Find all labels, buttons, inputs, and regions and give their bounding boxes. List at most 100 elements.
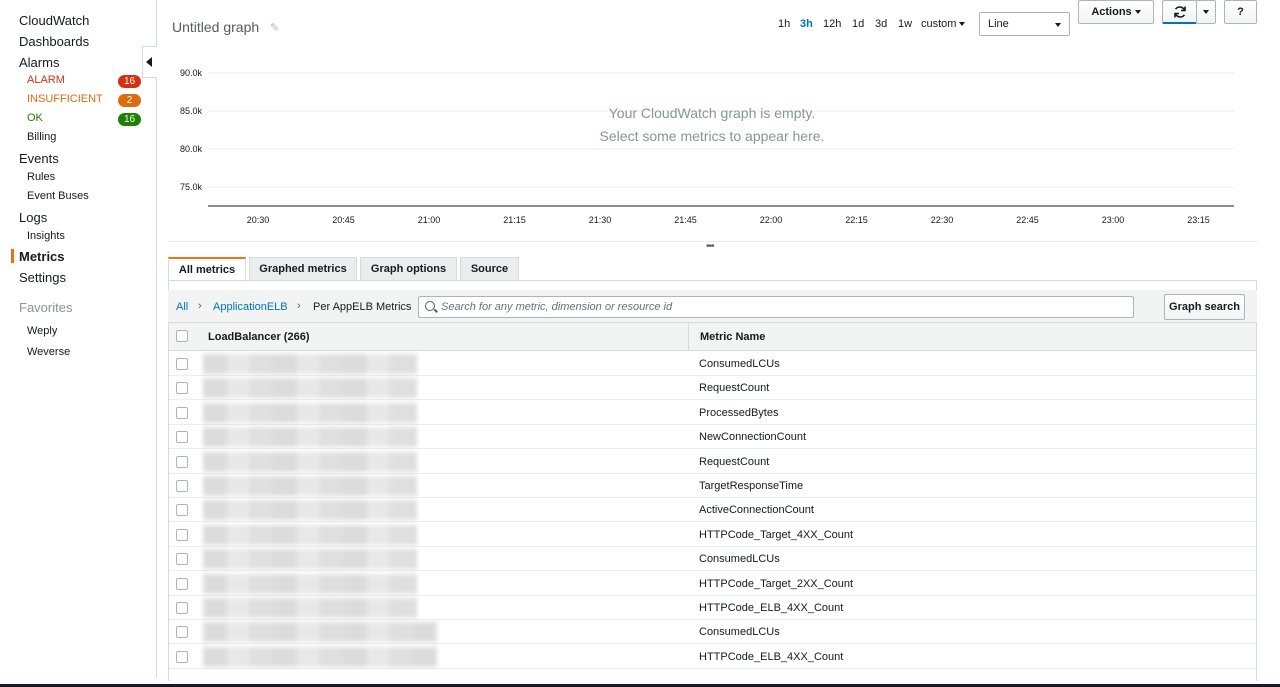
y-tick-label: 90.0k	[180, 68, 203, 78]
range-1d[interactable]: 1d	[852, 18, 864, 30]
row-checkbox[interactable]	[176, 455, 188, 468]
row-checkbox[interactable]	[176, 626, 188, 639]
table-row[interactable]: RequestCount	[169, 376, 1256, 401]
row-checkbox[interactable]	[176, 480, 188, 492]
sidebar-item-events[interactable]: Events	[19, 151, 59, 166]
sidebar-item-ok[interactable]: OK	[27, 112, 43, 124]
sidebar-item-rules[interactable]: Rules	[27, 171, 55, 183]
edit-pencil-icon[interactable]: ✎	[270, 21, 279, 34]
breadcrumb-applicationelb[interactable]: ApplicationELB	[213, 301, 288, 313]
redacted-loadbalancer-name	[203, 549, 417, 570]
select-all-checkbox[interactable]	[176, 330, 188, 342]
search-input[interactable]	[441, 299, 1121, 315]
x-tick-label: 20:30	[247, 215, 270, 225]
table-row[interactable]: HTTPCode_ELB_4XX_Count	[169, 645, 1256, 669]
favorites-heading: Favorites	[19, 300, 73, 315]
table-row[interactable]: HTTPCode_Target_4XX_Count	[169, 523, 1256, 547]
row-checkbox[interactable]	[176, 577, 188, 590]
sidebar-item-settings[interactable]: Settings	[19, 270, 66, 285]
column-loadbalancer[interactable]: LoadBalancer (266)	[208, 331, 309, 343]
graph-title[interactable]: Untitled graph	[172, 19, 259, 35]
table-row[interactable]: ConsumedLCUs	[169, 352, 1256, 376]
range-3d[interactable]: 3d	[875, 18, 887, 30]
row-checkbox[interactable]	[176, 553, 188, 566]
sidebar-item-dashboards[interactable]: Dashboards	[19, 34, 89, 49]
sidebar-item-alarms[interactable]: Alarms	[19, 55, 59, 70]
row-checkbox[interactable]	[176, 602, 188, 614]
range-3h[interactable]: 3h	[800, 18, 813, 30]
table-row[interactable]: NewConnectionCount	[169, 425, 1256, 450]
sidebar-item-billing[interactable]: Billing	[27, 131, 56, 143]
x-tick-label: 21:00	[418, 215, 441, 225]
range-12h[interactable]: 12h	[823, 18, 841, 30]
sidebar-item-metrics[interactable]: Metrics	[19, 249, 65, 264]
count-badge: 16	[118, 113, 141, 126]
tab-source[interactable]: Source	[460, 257, 519, 281]
row-checkbox[interactable]	[176, 358, 188, 370]
help-button[interactable]: ?	[1224, 0, 1257, 24]
metric-name-cell: ConsumedLCUs	[699, 553, 780, 566]
table-row[interactable]: RequestCount	[169, 450, 1256, 474]
favorite-weply[interactable]: Weply	[27, 325, 57, 337]
y-tick-label: 75.0k	[180, 182, 203, 192]
active-nav-indicator	[11, 249, 14, 263]
sidebar-item-logs[interactable]: Logs	[19, 210, 47, 225]
redacted-loadbalancer-name	[203, 451, 417, 472]
table-row[interactable]: ActiveConnectionCount	[169, 498, 1256, 523]
chevron-down-icon	[1134, 10, 1141, 15]
actions-button[interactable]: Actions	[1078, 0, 1154, 24]
row-checkbox[interactable]	[176, 504, 188, 517]
row-checkbox[interactable]	[176, 431, 188, 444]
x-tick-label: 22:00	[760, 215, 783, 225]
metric-name-cell: ConsumedLCUs	[699, 358, 780, 370]
column-metric-name[interactable]: Metric Name	[700, 331, 765, 343]
breadcrumb-all[interactable]: All	[176, 301, 188, 313]
row-checkbox[interactable]	[176, 650, 188, 663]
redacted-loadbalancer-name	[203, 524, 417, 545]
sidebar-item-cloudwatch[interactable]: CloudWatch	[19, 13, 89, 28]
range-1h[interactable]: 1h	[778, 18, 790, 30]
x-tick-label: 21:45	[674, 215, 697, 225]
tab-all-metrics[interactable]: All metrics	[168, 257, 246, 282]
range-1w[interactable]: 1w	[898, 18, 912, 30]
chevron-down-icon	[1203, 10, 1209, 15]
tab-graphed-metrics[interactable]: Graphed metrics	[249, 257, 357, 281]
x-tick-label: 21:15	[503, 215, 526, 225]
row-checkbox[interactable]	[176, 382, 188, 395]
sidebar-item-insufficient[interactable]: INSUFFICIENT	[27, 93, 103, 105]
redacted-loadbalancer-name	[203, 573, 417, 594]
chart-type-value: Line	[988, 18, 1009, 30]
redacted-loadbalancer-name	[203, 476, 417, 496]
metric-name-cell: HTTPCode_ELB_4XX_Count	[699, 650, 844, 663]
redacted-loadbalancer-name	[203, 598, 417, 618]
x-tick-label: 20:45	[332, 215, 355, 225]
metric-name-cell: RequestCount	[699, 382, 770, 395]
sidebar-item-alarm[interactable]: ALARM	[27, 74, 65, 86]
tab-graph-options[interactable]: Graph options	[360, 257, 457, 281]
table-row[interactable]: ConsumedLCUs	[169, 620, 1256, 645]
favorite-weverse[interactable]: Weverse	[27, 346, 70, 358]
table-row[interactable]: HTTPCode_ELB_4XX_Count	[169, 596, 1256, 620]
chart-type-select[interactable]: Line	[979, 12, 1070, 36]
resize-handle[interactable]: •••	[706, 241, 714, 252]
graph-search-button[interactable]: Graph search	[1164, 294, 1245, 320]
table-row[interactable]: ConsumedLCUs	[169, 547, 1256, 572]
refresh-options-dropdown[interactable]	[1196, 0, 1216, 24]
metric-search[interactable]	[418, 296, 1134, 318]
table-row[interactable]: ProcessedBytes	[169, 401, 1256, 425]
table-row[interactable]: HTTPCode_Target_2XX_Count	[169, 572, 1256, 596]
collapse-sidebar-button[interactable]	[142, 46, 157, 78]
range-custom[interactable]: custom	[921, 18, 966, 30]
redacted-loadbalancer-name	[203, 402, 417, 423]
empty-graph-hint: Select some metrics to appear here.	[599, 128, 825, 144]
x-tick-label: 22:30	[931, 215, 954, 225]
sidebar-item-event-buses[interactable]: Event Buses	[27, 190, 89, 202]
sidebar-item-insights[interactable]: Insights	[27, 230, 65, 242]
x-tick-label: 22:45	[1016, 215, 1039, 225]
refresh-button[interactable]	[1162, 0, 1197, 24]
table-row[interactable]: TargetResponseTime	[169, 474, 1256, 498]
metric-name-cell: ConsumedLCUs	[699, 626, 780, 639]
row-checkbox[interactable]	[176, 528, 188, 541]
custom-label: custom	[921, 18, 957, 30]
row-checkbox[interactable]	[176, 406, 188, 419]
